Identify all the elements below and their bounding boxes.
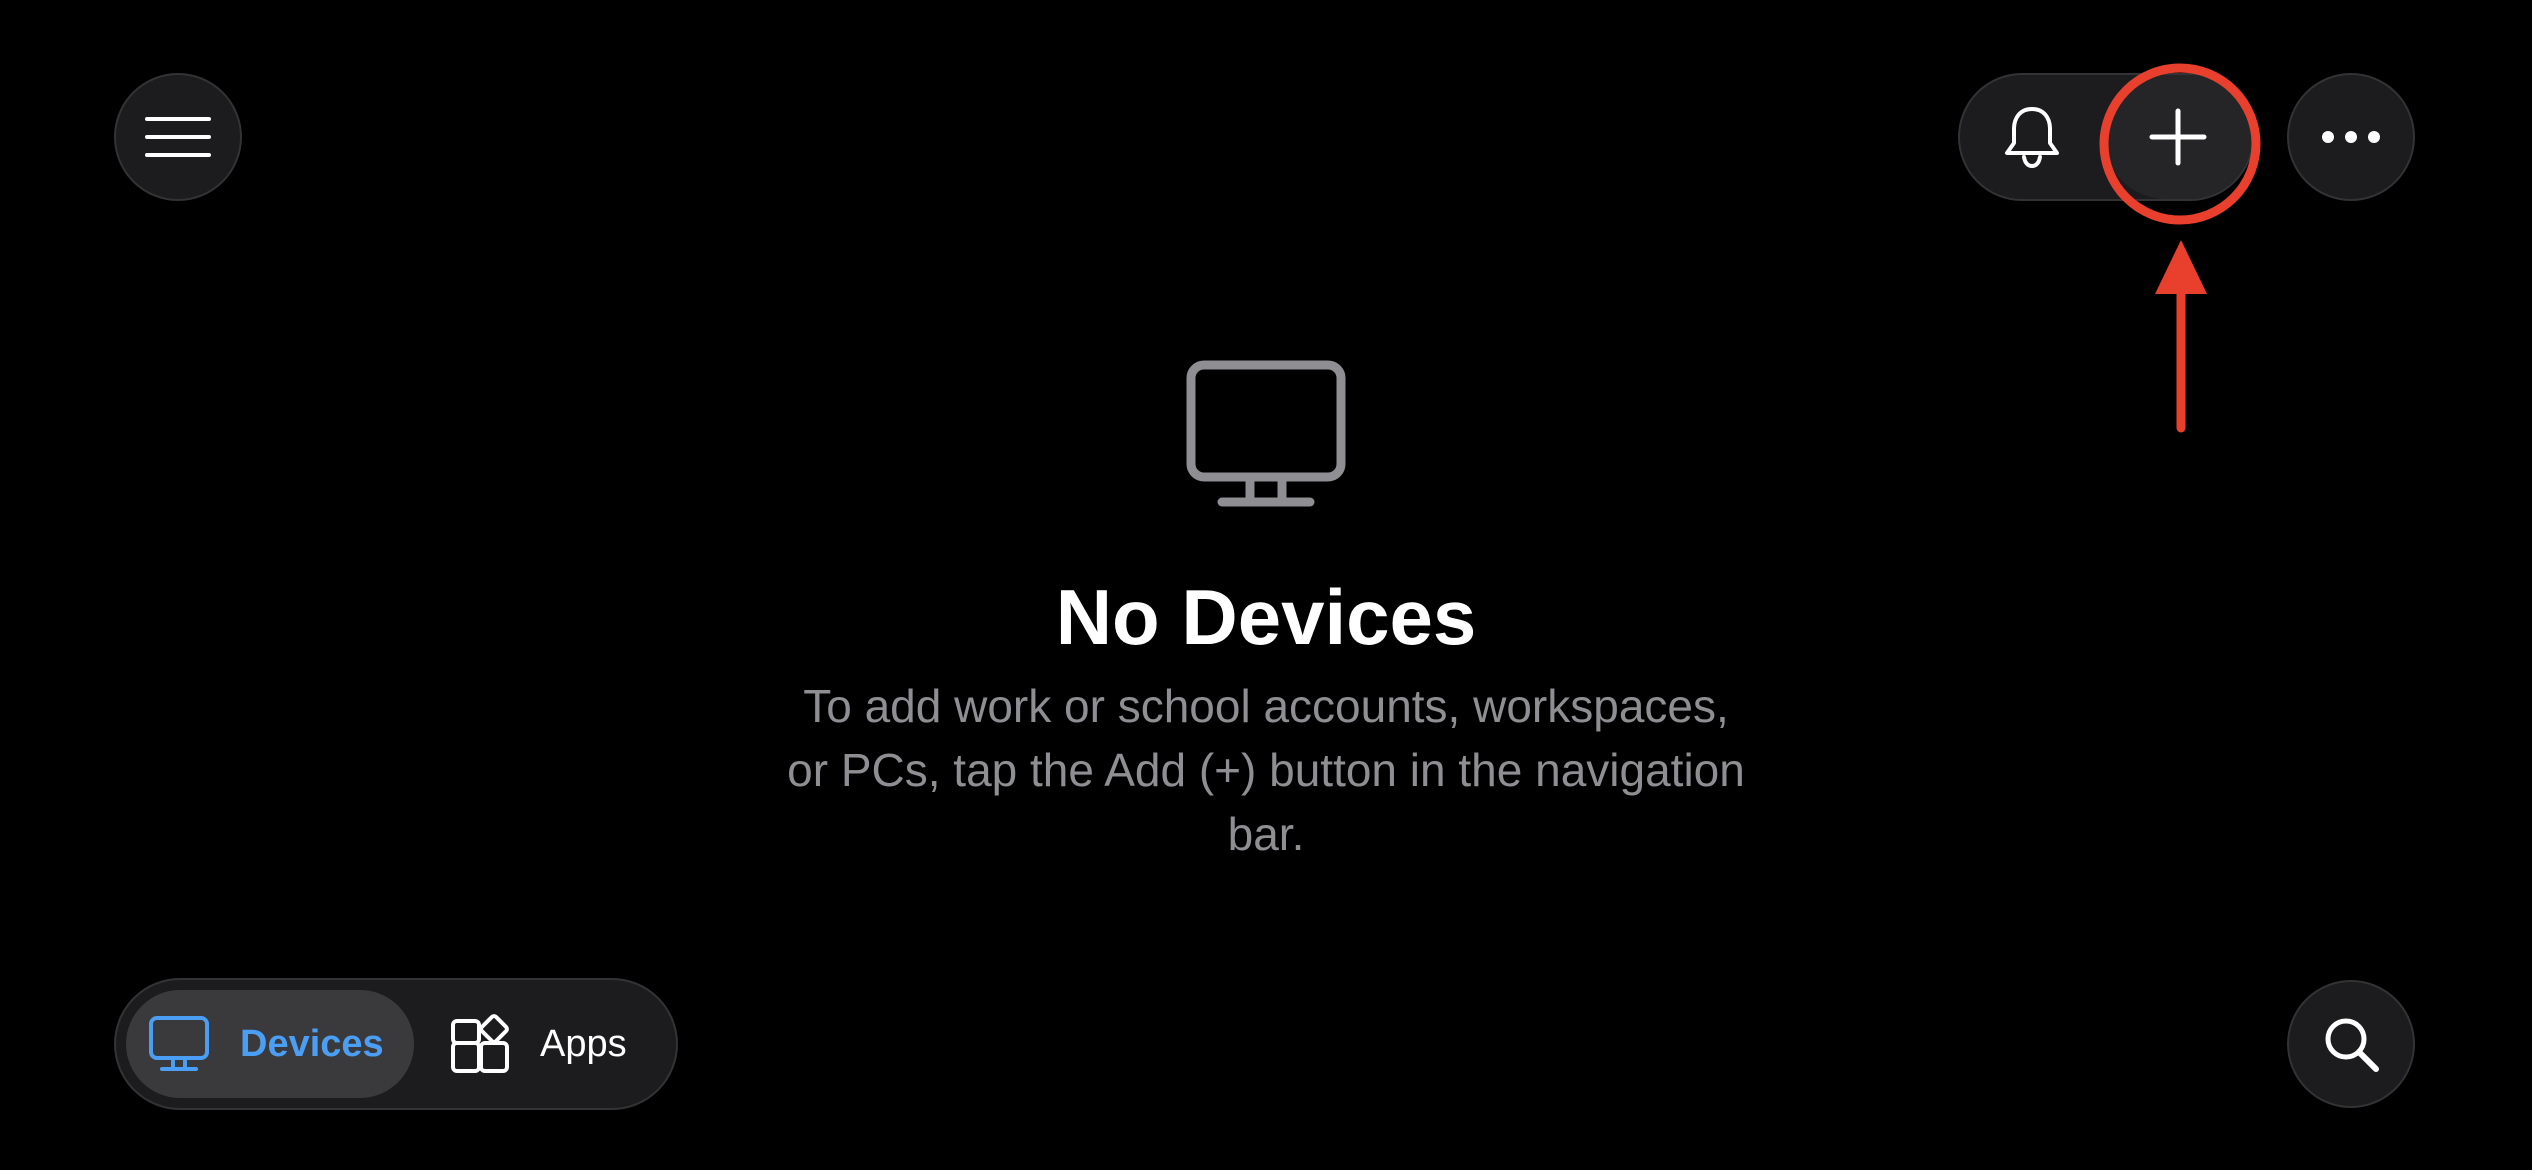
hamburger-menu-icon [145,117,211,157]
annotation-arrow-head [2155,240,2207,294]
monitor-icon [149,1016,209,1071]
menu-button[interactable] [114,73,242,201]
empty-state-title: No Devices [1055,573,1477,661]
add-button[interactable] [2104,75,2252,199]
search-button[interactable] [2287,980,2415,1108]
bell-icon [2005,107,2059,169]
navigation-actions [1958,73,2254,201]
tab-devices[interactable]: Devices [126,990,414,1098]
apps-icon [451,1014,509,1073]
empty-state-description: To add work or school accounts, workspac… [787,680,1745,860]
monitor-icon [1186,360,1346,507]
ellipsis-icon [2322,131,2380,143]
more-button[interactable] [2287,73,2415,201]
plus-icon [2149,108,2207,166]
empty-state: No Devices To add work or school account… [666,360,1866,866]
tab-bar: Devices Apps [114,978,678,1110]
tab-label: Devices [240,1022,384,1065]
search-icon [2325,1018,2379,1072]
tab-apps[interactable]: Apps [442,990,668,1098]
notifications-button[interactable] [1976,75,2088,199]
tab-label: Apps [540,1022,627,1065]
